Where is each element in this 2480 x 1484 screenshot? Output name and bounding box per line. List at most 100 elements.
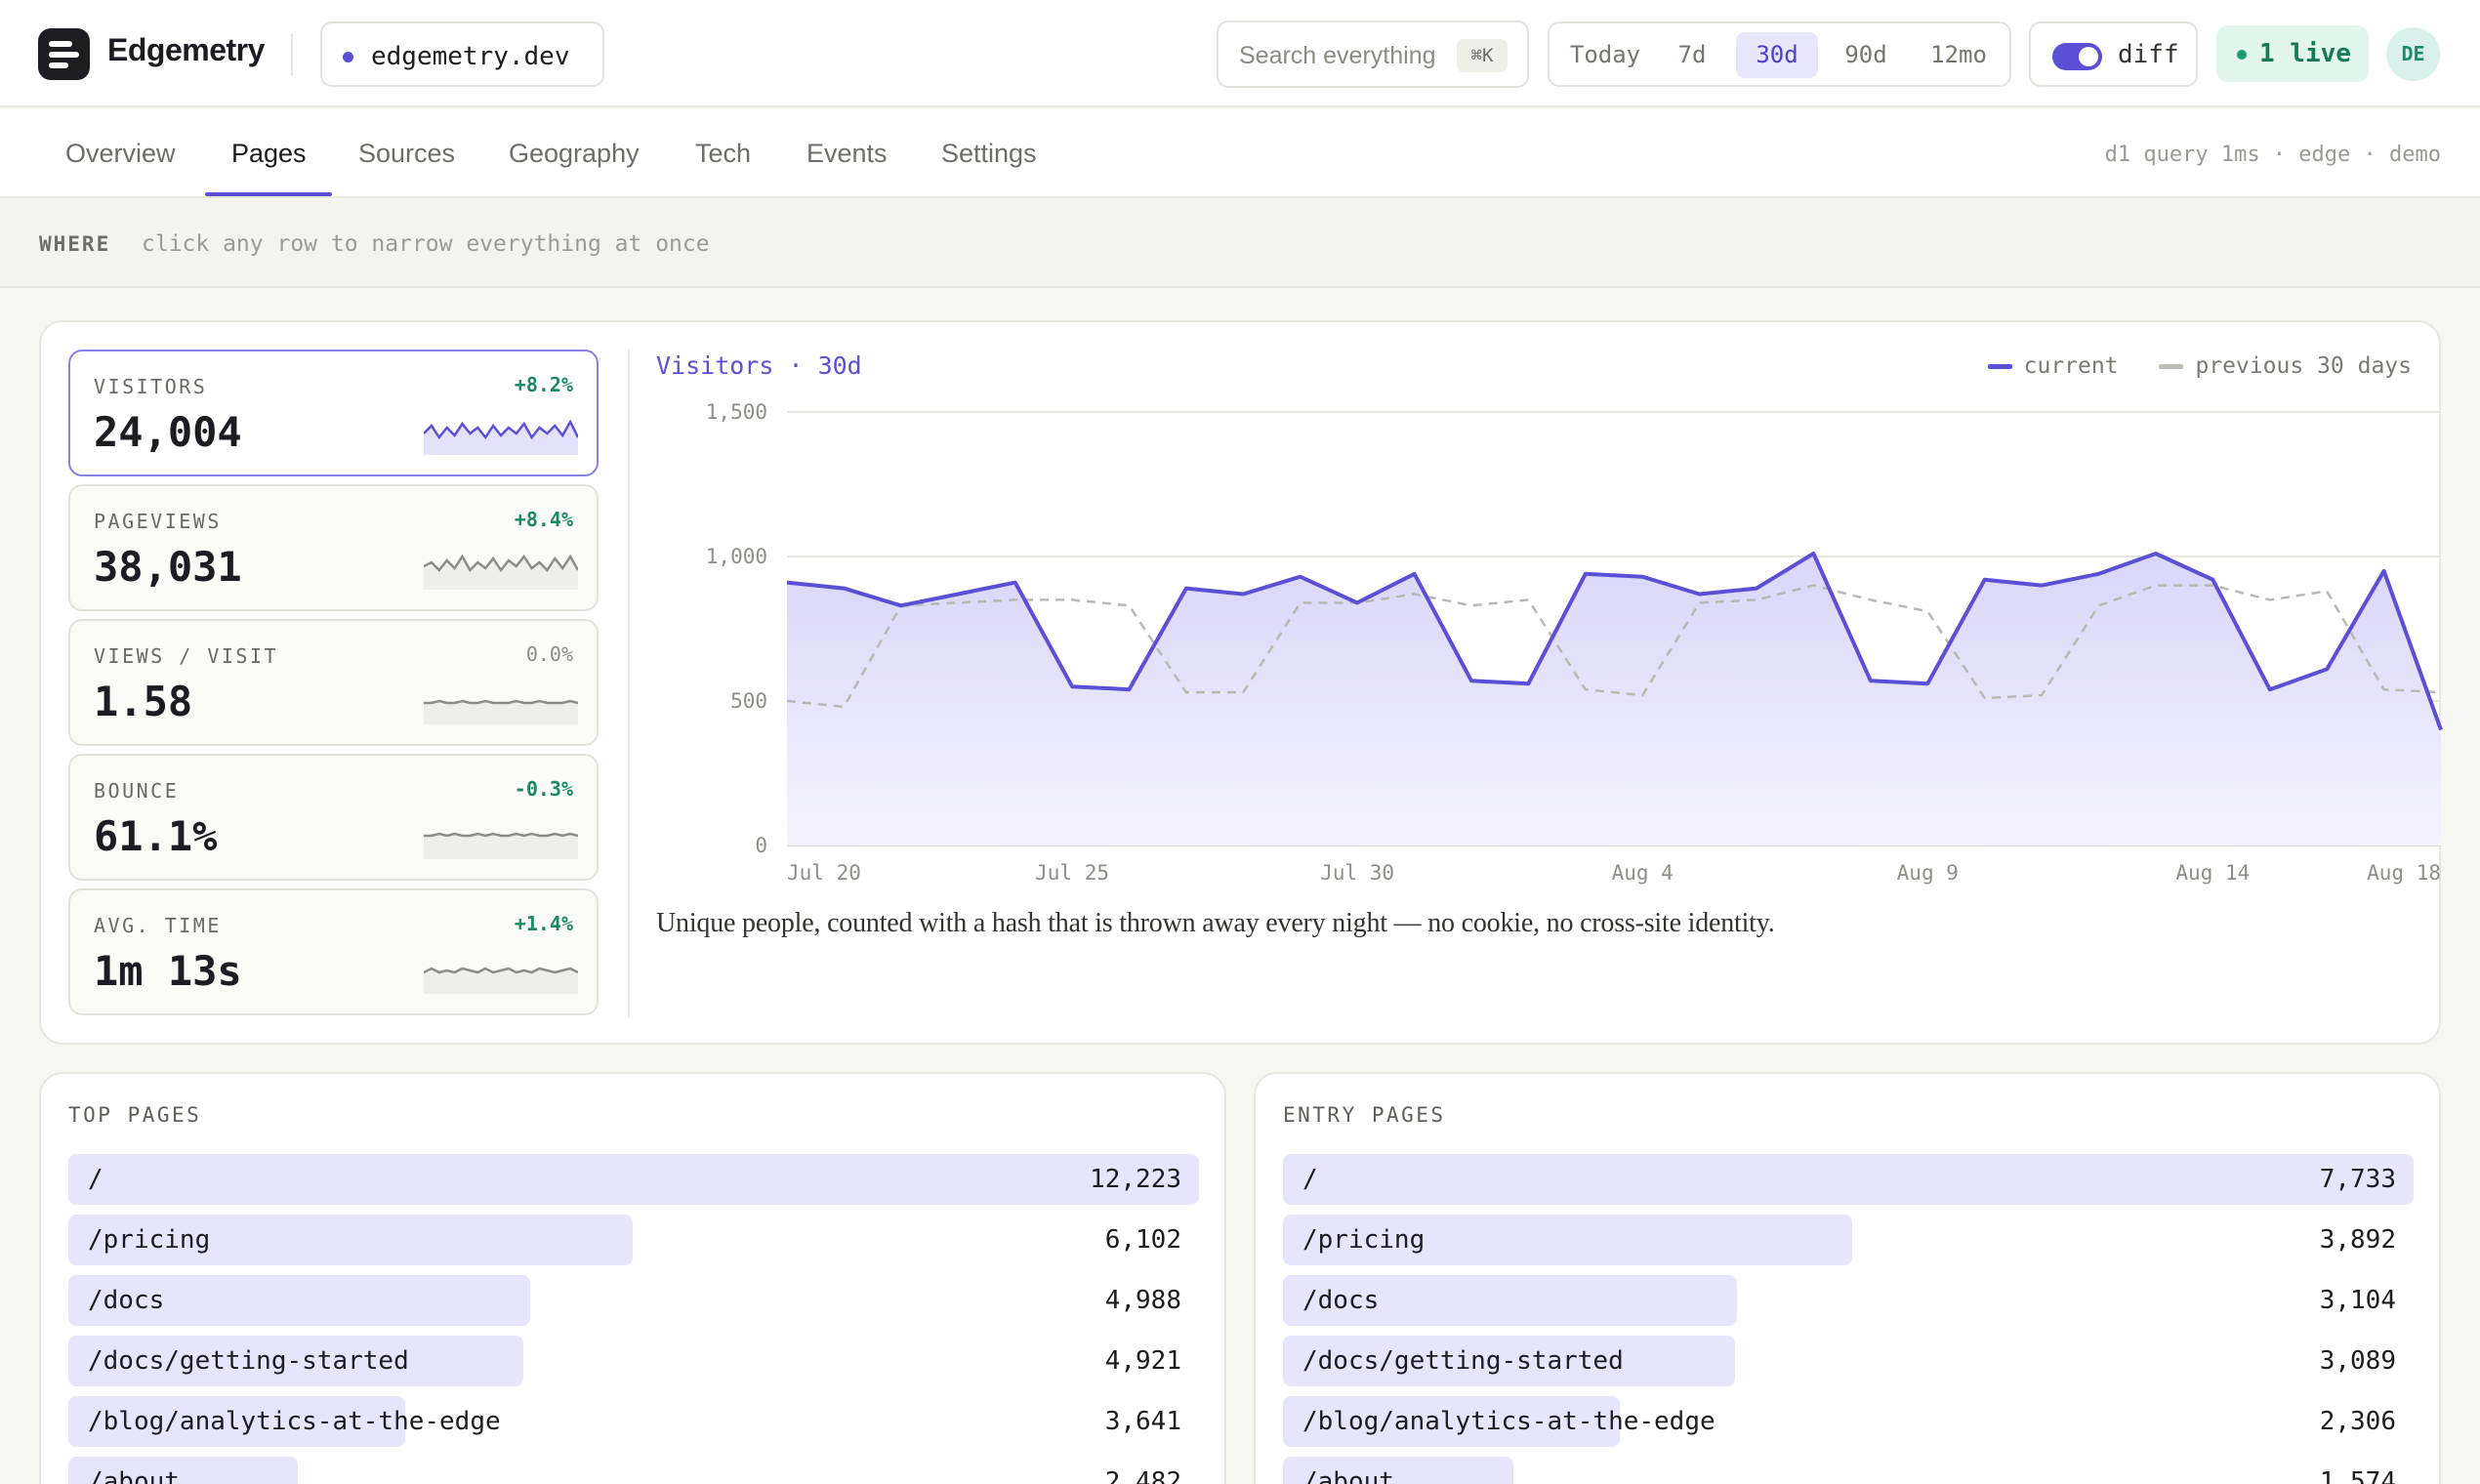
sparkline-area	[424, 834, 578, 859]
stat-label: VIEWS / VISIT	[94, 644, 279, 668]
live-dot-icon	[2237, 50, 2247, 60]
stat-change: +1.4%	[514, 912, 573, 935]
date-range-selector: Today 7d 30d 90d 12mo	[1548, 21, 2011, 87]
toggle-switch[interactable]	[2052, 43, 2102, 70]
tab-geography[interactable]: Geography	[509, 139, 640, 169]
entry-page-row[interactable]: /about 1,574	[1283, 1457, 2414, 1484]
page-count: 4,988	[1104, 1286, 1181, 1315]
search-shortcut-badge: ⌘K	[1457, 39, 1508, 72]
y-tick-label: 1,000	[706, 545, 767, 568]
page-count: 7,733	[2319, 1165, 2396, 1194]
entry-page-row[interactable]: /docs 3,104	[1283, 1275, 2414, 1326]
legend-previous-label: previous 30 days	[2195, 353, 2412, 379]
stat-change: +8.2%	[514, 373, 573, 396]
stat-card-avg-time[interactable]: AVG. TIME 1m 13s +1.4%	[68, 888, 599, 1015]
filter-label: WHERE	[39, 232, 111, 256]
sparkline	[424, 832, 578, 859]
card-divider	[628, 350, 630, 1017]
header-divider	[291, 34, 293, 75]
page-count: 3,641	[1104, 1407, 1181, 1436]
x-tick-label: Aug 9	[1897, 861, 1959, 885]
legend-previous-swatch	[2159, 364, 2184, 369]
stat-change: +8.4%	[514, 508, 573, 531]
page-path: /about	[1302, 1467, 1394, 1484]
stat-value: 1.58	[94, 678, 193, 725]
row-share-bar	[68, 1154, 1199, 1205]
sparkline-area	[424, 701, 578, 724]
brand-name[interactable]: Edgemetry	[107, 32, 265, 68]
entry-page-row[interactable]: / 7,733	[1283, 1154, 2414, 1205]
tab-tech[interactable]: Tech	[695, 139, 751, 169]
logo-icon[interactable]	[38, 28, 90, 80]
live-visitors-badge[interactable]: 1 live	[2216, 25, 2369, 82]
top-pages-panel: TOP PAGES / 12,223/pricing 6,102/docs 4,988…	[39, 1072, 1226, 1484]
entry-page-row[interactable]: /pricing 3,892	[1283, 1215, 2414, 1265]
page-count: 1,574	[2319, 1467, 2396, 1484]
page-path: /blog/analytics-at-the-edge	[1302, 1407, 1715, 1436]
x-tick-label: Aug 14	[2175, 861, 2250, 885]
stat-value: 61.1%	[94, 812, 218, 860]
y-tick-label: 500	[730, 689, 767, 713]
top-page-row[interactable]: /pricing 6,102	[68, 1215, 1199, 1265]
page-path: /about	[88, 1467, 180, 1484]
visitors-chart[interactable]: 0 500 1,000 1,500 Jul 20 Jul 25 Jul 30 Aug 4 Aug…	[639, 400, 2455, 908]
tab-pages[interactable]: Pages	[231, 139, 307, 169]
stat-change: -0.3%	[514, 777, 573, 801]
x-tick-label: Jul 30	[1320, 861, 1394, 885]
range-option-12mo[interactable]: 12mo	[1914, 32, 2004, 78]
tab-sources[interactable]: Sources	[358, 139, 455, 169]
site-domain: edgemetry.dev	[371, 42, 570, 71]
sparkline	[424, 967, 578, 994]
range-option-today[interactable]: Today	[1558, 32, 1652, 78]
top-bar: Edgemetry edgemetry.dev Search everythin…	[0, 0, 2480, 107]
entry-pages-panel: ENTRY PAGES / 7,733/pricing 3,892/docs 3,10…	[1254, 1072, 2441, 1484]
stat-label: AVG. TIME	[94, 914, 222, 937]
series-current-area	[787, 554, 2441, 845]
tab-overview[interactable]: Overview	[65, 139, 176, 169]
page-count: 2,306	[2319, 1407, 2396, 1436]
page-count: 3,089	[2319, 1346, 2396, 1376]
top-page-row[interactable]: /about 2,482	[68, 1457, 1199, 1484]
page-count: 4,921	[1104, 1346, 1181, 1376]
y-tick-label: 1,500	[706, 400, 767, 424]
top-pages-title: TOP PAGES	[68, 1103, 202, 1127]
range-option-30d[interactable]: 30d	[1736, 32, 1818, 78]
entry-page-row[interactable]: /blog/analytics-at-the-edge 2,306	[1283, 1396, 2414, 1447]
avatar[interactable]: DE	[2386, 27, 2440, 81]
page-path: /pricing	[1302, 1225, 1426, 1255]
top-page-row[interactable]: /docs/getting-started 4,921	[68, 1336, 1199, 1386]
stat-value: 38,031	[94, 543, 242, 591]
page-count: 12,223	[1090, 1165, 1181, 1194]
legend-current-swatch	[1987, 364, 2012, 369]
entry-page-row[interactable]: /docs/getting-started 3,089	[1283, 1336, 2414, 1386]
page-path: /docs	[88, 1286, 165, 1315]
page-count: 2,482	[1104, 1467, 1181, 1484]
range-option-7d[interactable]: 7d	[1660, 32, 1724, 78]
top-page-row[interactable]: / 12,223	[68, 1154, 1199, 1205]
search-placeholder: Search everything	[1239, 42, 1436, 69]
page-path: /docs/getting-started	[1302, 1346, 1624, 1376]
range-option-90d[interactable]: 90d	[1826, 32, 1906, 78]
stat-label: BOUNCE	[94, 779, 180, 803]
stat-value: 24,004	[94, 408, 242, 456]
site-selector[interactable]: edgemetry.dev	[320, 21, 604, 87]
chart-title: Visitors · 30d	[656, 351, 862, 380]
top-page-row[interactable]: /docs 4,988	[68, 1275, 1199, 1326]
entry-pages-title: ENTRY PAGES	[1283, 1103, 1446, 1127]
stat-label: VISITORS	[94, 375, 208, 398]
tab-settings[interactable]: Settings	[941, 139, 1037, 169]
stat-card-views-visit[interactable]: VIEWS / VISIT 1.58 0.0%	[68, 619, 599, 746]
search-input[interactable]: Search everything ⌘K	[1217, 21, 1529, 88]
tab-events[interactable]: Events	[806, 139, 888, 169]
top-page-row[interactable]: /blog/analytics-at-the-edge 3,641	[68, 1396, 1199, 1447]
stat-card-visitors[interactable]: VISITORS 24,004 +8.2%	[68, 350, 599, 476]
stat-value: 1m 13s	[94, 947, 242, 995]
stat-card-pageviews[interactable]: PAGEVIEWS 38,031 +8.4%	[68, 484, 599, 611]
stat-card-bounce[interactable]: BOUNCE 61.1% -0.3%	[68, 754, 599, 881]
site-status-dot	[343, 52, 353, 62]
nav-tabs: Overview Pages Sources Geography Tech Ev…	[0, 109, 2480, 198]
stat-label: PAGEVIEWS	[94, 510, 222, 533]
filter-bar: WHERE click any row to narrow everything…	[0, 200, 2480, 288]
x-tick-label: Jul 25	[1035, 861, 1109, 885]
diff-toggle[interactable]: diff	[2029, 21, 2198, 87]
